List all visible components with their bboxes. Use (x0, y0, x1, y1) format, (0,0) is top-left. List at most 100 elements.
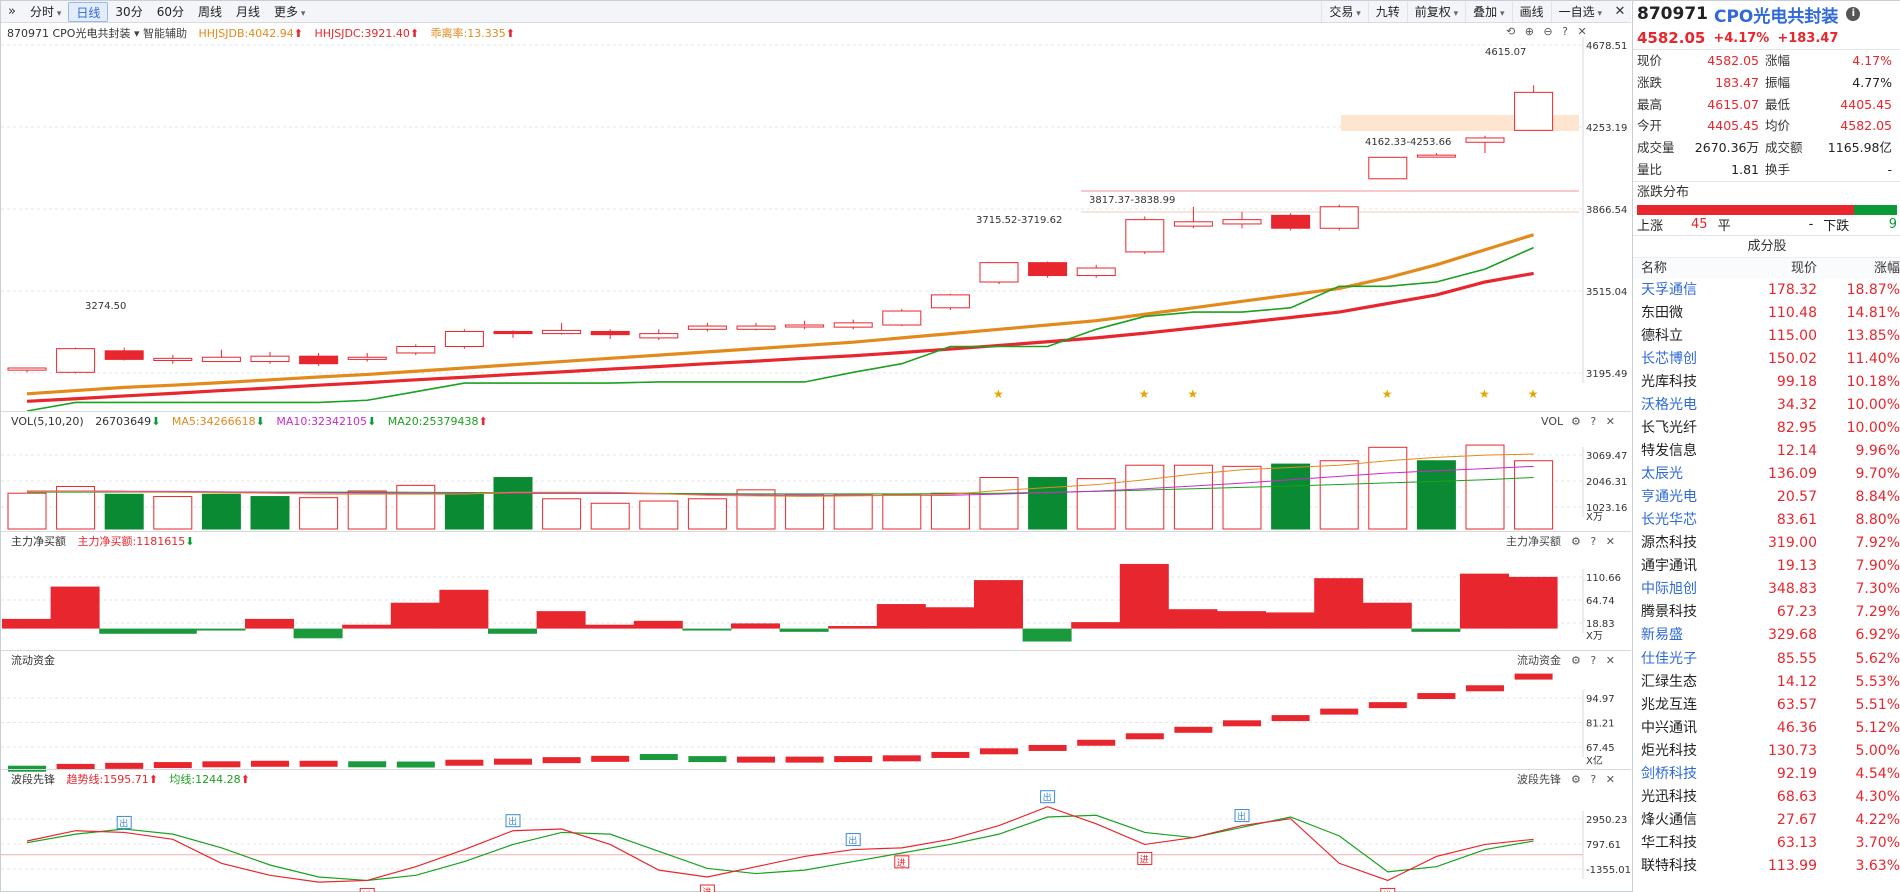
constituent-row[interactable]: 中兴通讯 46.36 5.12% (1633, 717, 1900, 740)
main-controls[interactable]: ⟲ ⊕ ⊖ ? ✕ (1506, 25, 1590, 38)
jiuzhuan-button[interactable]: 九转 (1367, 1, 1407, 22)
constituent-row[interactable]: 中际旭创 348.83 7.30% (1633, 578, 1900, 601)
constituent-row[interactable]: 汇绿生态 14.12 5.53% (1633, 671, 1900, 694)
stat-value: 4615.07 (1707, 96, 1759, 112)
constituent-change: 9.70% (1855, 466, 1900, 483)
kline-chart[interactable]: 4678.51 4253.19 3866.54 3515.04 3195.49 4615.… (1, 23, 1631, 892)
divider (1, 650, 1631, 651)
constituent-name[interactable]: 光库科技 (1641, 371, 1741, 394)
constituent-name[interactable]: 光迅科技 (1641, 786, 1741, 809)
tab-daily[interactable]: 日线 (68, 1, 109, 22)
tab-30min[interactable]: 30分 (108, 2, 149, 22)
flow-controls[interactable]: ⚙ ? ✕ (1571, 654, 1618, 667)
flow-bar (639, 754, 678, 761)
constituent-row[interactable]: 腾景科技 67.23 7.29% (1633, 601, 1900, 624)
constituent-name[interactable]: 太辰光 (1641, 463, 1741, 486)
watchlist-button[interactable]: 一自选 (1550, 1, 1609, 22)
wave-controls[interactable]: ⚙ ? ✕ (1571, 773, 1618, 786)
fuquan-select[interactable]: 前复权 (1406, 1, 1465, 22)
trade-button[interactable]: 交易 (1321, 1, 1367, 22)
constituent-row[interactable]: 新易盛 329.68 6.92% (1633, 624, 1900, 647)
constituent-name[interactable]: 德科立 (1641, 325, 1741, 348)
constituent-row[interactable]: 光迅科技 68.63 4.30% (1633, 786, 1900, 809)
constituent-change: 7.29% (1855, 604, 1900, 621)
constituent-row[interactable]: 联特科技 113.99 3.63% (1633, 855, 1900, 878)
info-icon[interactable]: i (1846, 7, 1861, 21)
constituent-name[interactable]: 华工科技 (1641, 832, 1741, 855)
tab-weekly[interactable]: 周线 (191, 2, 229, 22)
col-price[interactable]: 现价 (1741, 258, 1817, 280)
constituent-name[interactable]: 沃格光电 (1641, 394, 1741, 417)
constituent-name[interactable]: 腾景科技 (1641, 601, 1741, 624)
stock-name[interactable]: CPO光电共封装 (1714, 2, 1838, 27)
assist-toggle[interactable]: ▾ 智能辅助 (134, 27, 187, 40)
constituent-row[interactable]: 长光华芯 83.61 8.80% (1633, 509, 1900, 532)
stat-value: 1165.98亿 (1827, 140, 1892, 156)
constituent-row[interactable]: 源杰科技 319.00 7.92% (1633, 532, 1900, 555)
overlay-button[interactable]: 叠加 (1465, 1, 1511, 22)
constituent-name[interactable]: 特发信息 (1641, 440, 1741, 463)
constituent-name[interactable]: 炬光科技 (1641, 740, 1741, 763)
netbuy-controls[interactable]: ⚙ ? ✕ (1571, 535, 1618, 548)
constituent-name[interactable]: 天孚通信 (1641, 279, 1741, 302)
constituent-name[interactable]: 烽火通信 (1641, 809, 1741, 832)
vol-controls[interactable]: ⚙ ? ✕ (1571, 415, 1618, 428)
expand-icon[interactable]: » (1, 4, 23, 19)
constituent-name[interactable]: 源杰科技 (1641, 532, 1741, 555)
constituent-name[interactable]: 通宇通讯 (1641, 555, 1741, 578)
last-price: 4582.05 (1637, 29, 1706, 47)
constituent-row[interactable]: 仕佳光子 85.55 5.62% (1633, 648, 1900, 671)
constituent-name[interactable]: 剑桥科技 (1641, 763, 1741, 786)
constituent-name[interactable]: 东田微 (1641, 302, 1741, 325)
constituent-row[interactable]: 华工科技 63.13 3.70% (1633, 832, 1900, 855)
constituent-row[interactable]: 长芯博创 150.02 11.40% (1633, 348, 1900, 371)
constituent-name[interactable]: 兆龙互连 (1641, 694, 1741, 717)
main-legend: 870971 CPO光电共封装 ▾ 智能辅助 HHJSJDB:4042.94⬆ … (7, 27, 515, 41)
constituent-name[interactable]: 中兴通讯 (1641, 717, 1741, 740)
candle (1028, 262, 1068, 277)
close-icon[interactable]: ✕ (1609, 4, 1631, 19)
constituent-price: 19.13 (1776, 558, 1817, 575)
constituent-name[interactable]: 长芯博创 (1641, 348, 1741, 371)
constituent-row[interactable]: 剑桥科技 92.19 4.54% (1633, 763, 1900, 786)
constituent-name[interactable]: 长光华芯 (1641, 509, 1741, 532)
col-change[interactable]: 涨幅 (1817, 258, 1900, 280)
draw-button[interactable]: 画线 (1511, 1, 1551, 22)
constituent-row[interactable]: 太辰光 136.09 9.70% (1633, 463, 1900, 486)
col-name[interactable]: 名称 (1641, 258, 1741, 280)
constituent-row[interactable]: 长飞光纤 82.95 10.00% (1633, 417, 1900, 440)
constituent-row[interactable]: 兆龙互连 63.57 5.51% (1633, 694, 1900, 717)
pct-change: +4.17% (1713, 30, 1770, 46)
constituent-name[interactable]: 中际旭创 (1641, 578, 1741, 601)
constituent-row[interactable]: 德科立 115.00 13.85% (1633, 325, 1900, 348)
constituent-row[interactable]: 亨通光电 20.57 8.84% (1633, 486, 1900, 509)
tab-fenshi[interactable]: 分时 (23, 2, 68, 22)
tab-more[interactable]: 更多 (267, 2, 312, 22)
up-arrow-icon: ⬆ (148, 773, 158, 786)
constituent-row[interactable]: 通宇通讯 19.13 7.90% (1633, 555, 1900, 578)
vol-bar (1125, 464, 1165, 530)
hhjsjdc-legend: HHJSJDC:3921.40 (314, 27, 410, 40)
constituent-name[interactable]: 仕佳光子 (1641, 648, 1741, 671)
tab-monthly[interactable]: 月线 (229, 2, 267, 22)
constituent-row[interactable]: 特发信息 12.14 9.96% (1633, 440, 1900, 463)
tab-60min[interactable]: 60分 (150, 2, 191, 22)
constituent-row[interactable]: 沃格光电 34.32 10.00% (1633, 394, 1900, 417)
constituent-row[interactable]: 光库科技 99.18 10.18% (1633, 371, 1900, 394)
stat-value: 4.77% (1852, 74, 1892, 90)
constituent-name[interactable]: 亨通光电 (1641, 486, 1741, 509)
constituent-row[interactable]: 东田微 110.48 14.81% (1633, 302, 1900, 325)
candle (1319, 206, 1359, 229)
constituent-name[interactable]: 汇绿生态 (1641, 671, 1741, 694)
constituent-row[interactable]: 天孚通信 178.32 18.87% (1633, 279, 1900, 302)
flow-bar (1320, 708, 1359, 715)
constituent-name[interactable]: 联特科技 (1641, 855, 1741, 878)
stat-value: 4.17% (1852, 53, 1892, 68)
constituent-row[interactable]: 烽火通信 27.67 4.22% (1633, 809, 1900, 832)
constituent-name[interactable]: 长飞光纤 (1641, 417, 1741, 440)
constituent-name[interactable]: 新易盛 (1641, 624, 1741, 647)
vol-bar (1271, 463, 1311, 530)
flow-bar (785, 756, 824, 763)
candle (1416, 154, 1456, 158)
constituent-row[interactable]: 炬光科技 130.73 5.00% (1633, 740, 1900, 763)
